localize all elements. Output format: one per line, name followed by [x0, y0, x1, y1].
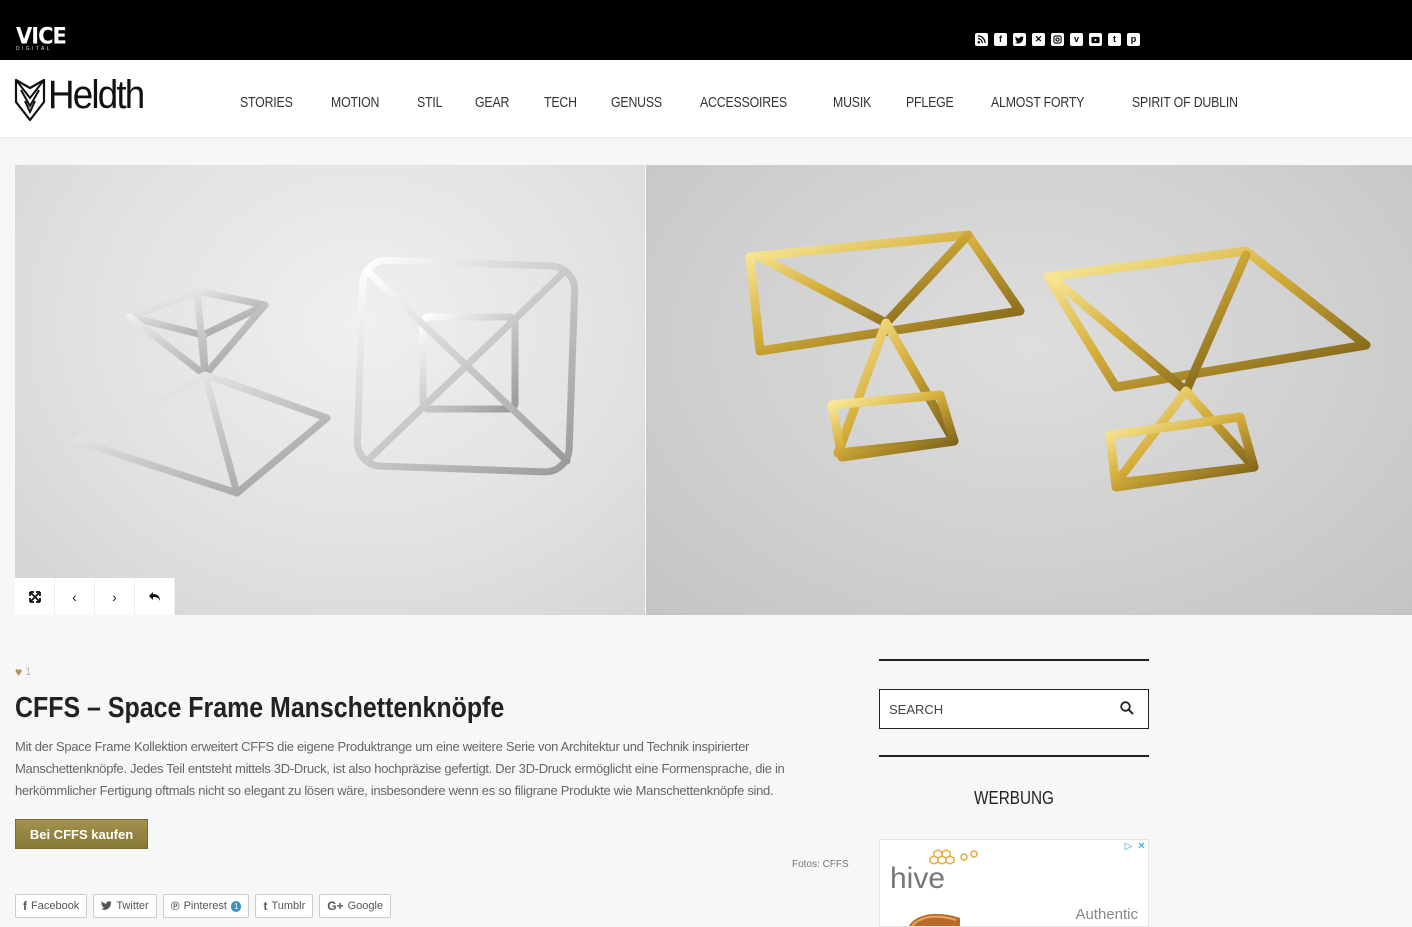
nav-item-stil[interactable]: STIL: [417, 94, 442, 111]
expand-icon[interactable]: [15, 578, 55, 615]
rss-icon[interactable]: [975, 33, 988, 46]
nav-item-musik[interactable]: MUSIK: [833, 94, 871, 111]
ad-tagline: Authentic: [1075, 906, 1138, 923]
gallery-image-gold-cufflinks[interactable]: [646, 165, 1412, 615]
google-plus-icon: G+: [327, 899, 344, 913]
pinterest-share-count: 1: [230, 900, 242, 912]
heldth-shield-icon: [14, 78, 46, 122]
sidebar-divider: [879, 755, 1149, 757]
facebook-icon[interactable]: f: [994, 33, 1007, 46]
share-facebook-button[interactable]: f Facebook: [15, 894, 88, 918]
next-icon[interactable]: ›: [95, 578, 135, 615]
twitter-icon: [101, 899, 113, 913]
back-icon[interactable]: [135, 578, 175, 615]
instagram-icon[interactable]: [1051, 33, 1064, 46]
nav-item-tech[interactable]: TECH: [544, 94, 577, 111]
search-box: [879, 689, 1149, 729]
ad-info-icon[interactable]: ▷: [1122, 840, 1135, 853]
gallery-image-silver-cufflinks[interactable]: [15, 165, 645, 615]
site-logo[interactable]: Heldth: [14, 73, 152, 122]
vice-digital-logo[interactable]: VICE DIGITAL: [16, 23, 67, 52]
nav-item-genuss[interactable]: GENUSS: [611, 94, 662, 111]
image-gallery[interactable]: ‹ ›: [15, 165, 1412, 615]
post-body: Mit der Space Frame Kollektion erweitert…: [15, 739, 785, 798]
share-google-label: Google: [347, 900, 384, 912]
ad-choices: ▷ ✕: [1122, 840, 1148, 853]
nav-item-spirit-of-dublin[interactable]: SPIRIT OF DUBLIN: [1132, 94, 1238, 111]
top-bar: VICE DIGITAL f ✕ v t p: [0, 0, 1412, 60]
main-navigation: Heldth STORIES MOTION STIL GEAR TECH GEN…: [0, 60, 1412, 138]
vice-logo-text: VICE: [16, 23, 67, 49]
site-brand-name: Heldth: [48, 73, 145, 117]
share-twitter-button[interactable]: Twitter: [93, 894, 157, 918]
nav-item-almost-forty[interactable]: ALMOST FORTY: [991, 94, 1084, 111]
share-tumblr-button[interactable]: t Tumblr: [255, 894, 314, 918]
prev-icon[interactable]: ‹: [55, 578, 95, 615]
facebook-icon: f: [23, 899, 27, 913]
nav-item-motion[interactable]: MOTION: [331, 94, 379, 111]
pinterest-icon[interactable]: p: [1127, 33, 1140, 46]
social-icons: f ✕ v t p: [975, 33, 1140, 46]
nav-item-pflege[interactable]: PFLEGE: [906, 94, 954, 111]
nav-menu: STORIES MOTION STIL GEAR TECH GENUSS ACC…: [240, 94, 1288, 111]
share-tumblr-label: Tumblr: [271, 900, 306, 912]
nav-item-accessoires[interactable]: ACCESSOIRES: [700, 94, 787, 111]
sidebar-divider-top: [879, 659, 1149, 661]
search-icon[interactable]: [1120, 701, 1134, 715]
ad-brand-name: hive: [890, 862, 946, 895]
share-pinterest-label: Pinterest: [183, 900, 227, 912]
buy-button[interactable]: Bei CFFS kaufen: [15, 819, 148, 849]
share-facebook-label: Facebook: [31, 900, 80, 912]
share-google-button[interactable]: G+ Google: [319, 894, 392, 918]
xing-icon[interactable]: ✕: [1032, 33, 1045, 46]
pinterest-icon: ℗: [170, 899, 180, 913]
like-counter[interactable]: ♥ 1: [15, 665, 31, 679]
heart-icon: ♥: [15, 665, 23, 679]
share-pinterest-button[interactable]: ℗ Pinterest 1: [162, 894, 250, 918]
like-count: 1: [25, 666, 32, 678]
tumblr-icon: t: [263, 899, 268, 913]
tumblr-icon[interactable]: t: [1108, 33, 1121, 46]
ad-product-image: [909, 913, 960, 926]
nav-item-gear[interactable]: GEAR: [475, 94, 509, 111]
close-icon[interactable]: ✕: [1135, 840, 1148, 853]
vimeo-icon[interactable]: v: [1070, 33, 1083, 46]
ad-section-heading: WERBUNG: [974, 788, 1054, 808]
search-input[interactable]: [880, 690, 1100, 728]
nav-item-stories[interactable]: STORIES: [240, 94, 293, 111]
youtube-icon[interactable]: [1089, 33, 1102, 46]
advertisement[interactable]: hive Authentic ▷ ✕: [879, 839, 1149, 927]
share-buttons: f Facebook Twitter ℗ Pinterest 1 t Tumbl…: [15, 894, 392, 918]
photo-credit: Fotos: CFFS: [792, 859, 849, 870]
post-title: CFFS – Space Frame Manschettenknöpfe: [15, 692, 505, 724]
gallery-controls: ‹ ›: [15, 578, 175, 615]
twitter-icon[interactable]: [1013, 33, 1026, 46]
share-twitter-label: Twitter: [116, 900, 149, 912]
